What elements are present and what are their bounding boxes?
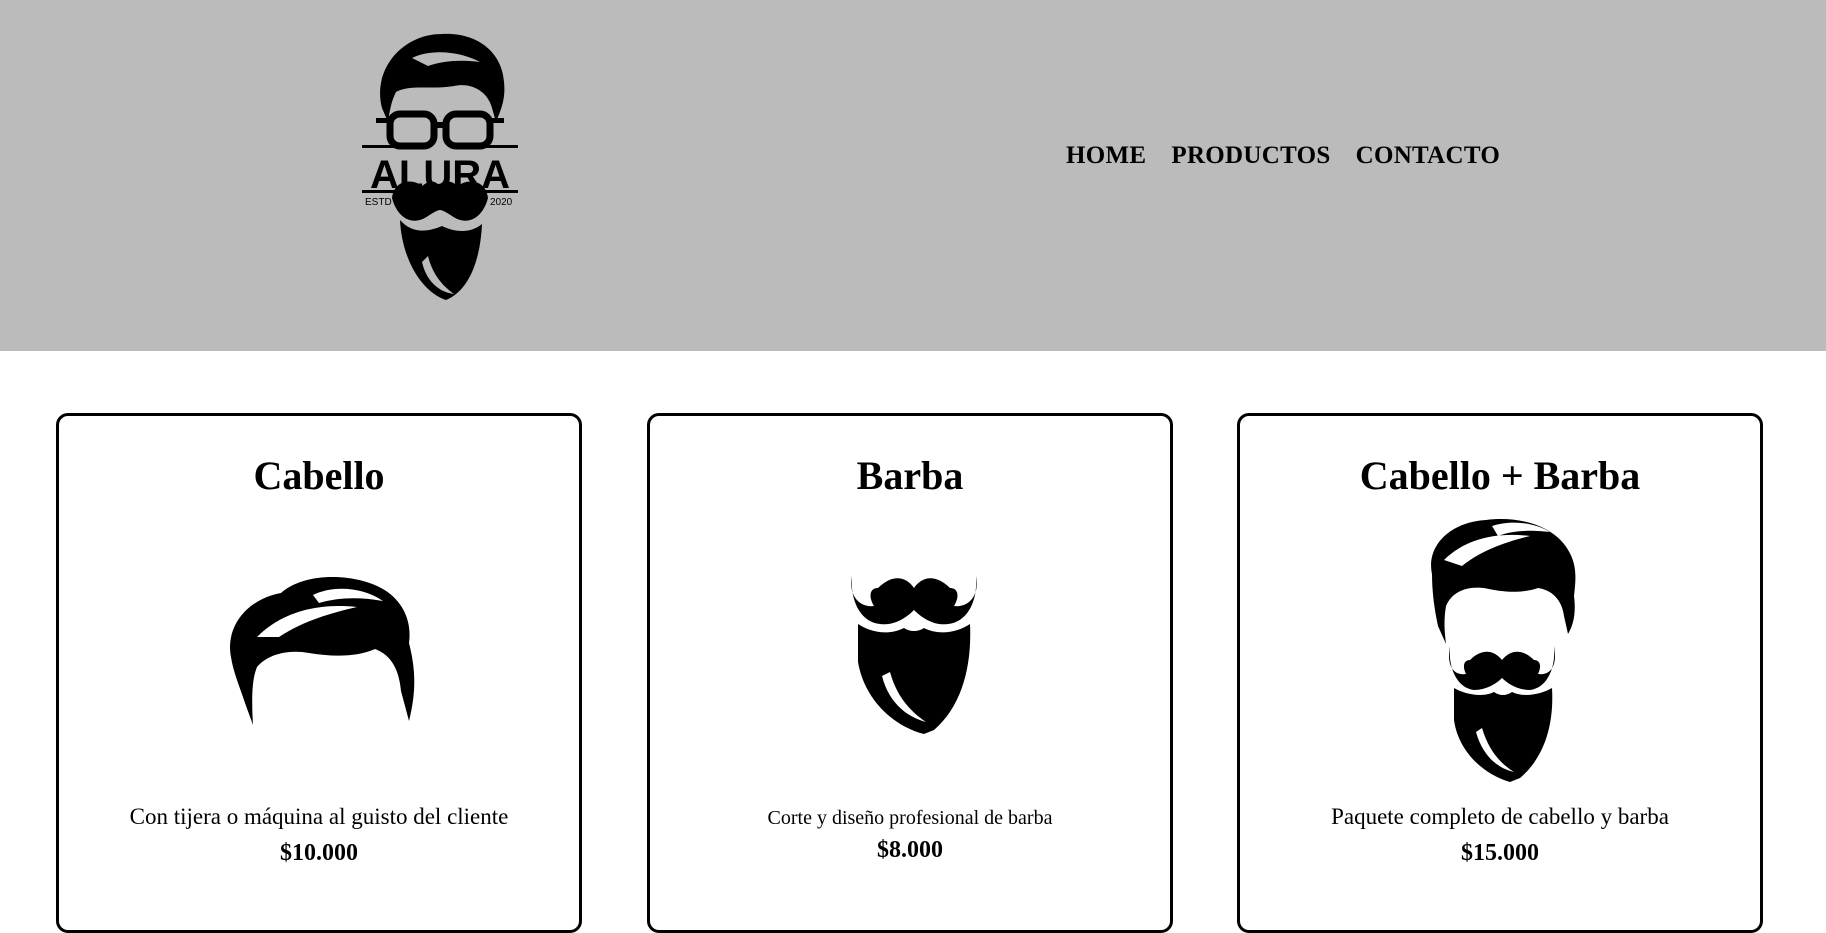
card-price: $15.000 <box>1461 840 1539 866</box>
hair-icon <box>223 571 423 726</box>
card-description: Corte y diseño profesional de barba <box>767 807 1053 829</box>
main-nav: HOME PRODUCTOS CONTACTO <box>1066 142 1500 170</box>
card-price: $10.000 <box>280 840 358 866</box>
site-header: ALURA ESTD 2020 HOME PRODUCTOS CONTACTO <box>0 0 1826 351</box>
card-title: Cabello <box>253 453 385 498</box>
card-price: $8.000 <box>877 837 943 863</box>
nav-productos[interactable]: PRODUCTOS <box>1171 142 1330 170</box>
product-card-cabello[interactable]: Cabello Con tijera o máquina al guisto d… <box>56 413 582 933</box>
barber-logo-icon: ALURA ESTD 2020 <box>362 33 518 300</box>
card-description: Con tijera o máquina al guisto del clien… <box>129 804 509 829</box>
card-title: Barba <box>856 453 964 498</box>
svg-text:ESTD: ESTD <box>365 197 392 208</box>
beard-icon <box>848 566 980 736</box>
nav-contacto[interactable]: CONTACTO <box>1356 142 1501 170</box>
product-card-cabello-barba[interactable]: Cabello + Barba Paquete completo de cabe… <box>1237 413 1763 933</box>
card-description: Paquete completo de cabello y barba <box>1331 804 1669 829</box>
nav-home[interactable]: HOME <box>1066 142 1146 170</box>
product-card-barba[interactable]: Barba Corte y diseño profesional de barb… <box>647 413 1173 933</box>
svg-text:2020: 2020 <box>490 197 513 208</box>
alura-logo[interactable]: ALURA ESTD 2020 <box>362 30 518 302</box>
hair-and-beard-icon <box>1426 516 1582 786</box>
card-title: Cabello + Barba <box>1359 453 1641 498</box>
